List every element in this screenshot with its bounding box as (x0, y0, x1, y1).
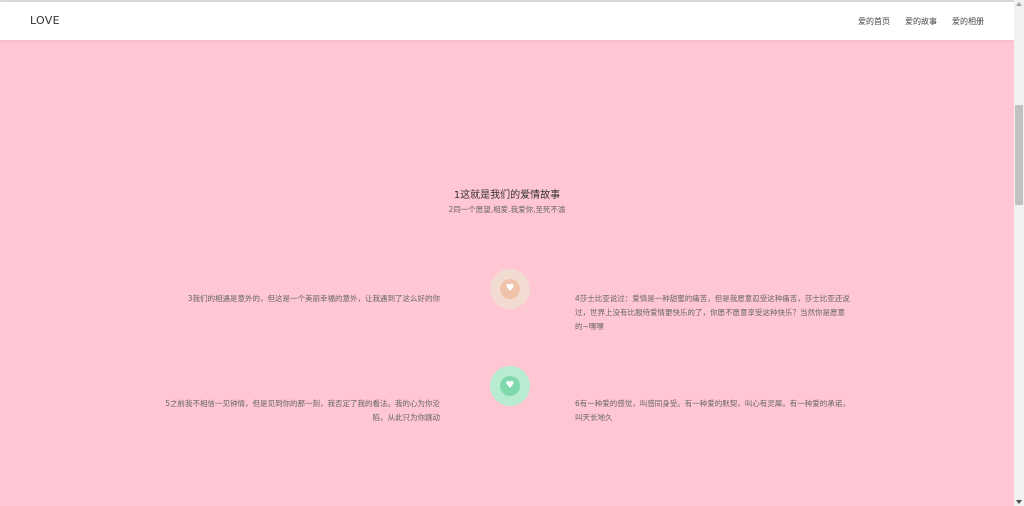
timeline-left-text: 3我们的相遇是意外的，但这是一个美丽幸福的意外，让我遇到了这么好的你 (187, 294, 440, 303)
scroll-down-arrow-icon[interactable] (1016, 500, 1022, 504)
nav-links: 爱的首页 爱的故事 爱的相册 (858, 16, 984, 27)
timeline-right-text: 4莎士比亚说过：爱情是一种甜蜜的痛苦，但是我愿意忍受这种痛苦，莎士比亚还说过，世… (575, 294, 850, 331)
scroll-thumb[interactable] (1015, 105, 1023, 205)
heart-icon: ♥ (505, 380, 515, 391)
scroll-up-arrow-icon[interactable] (1016, 2, 1022, 6)
story-title: 1这就是我们的爱情故事 (453, 190, 561, 201)
brand-logo[interactable]: LOVE (30, 14, 60, 27)
timeline-right-text: 6有一种爱的感觉，叫感同身受。有一种爱的默契，叫心有灵犀。有一种爱的承诺，叫天长… (575, 399, 850, 422)
timeline-marker: ♥ (490, 269, 530, 309)
nav-link-album[interactable]: 爱的相册 (952, 16, 984, 27)
nav-link-story[interactable]: 爱的故事 (905, 16, 937, 27)
heart-icon: ♥ (505, 283, 515, 294)
navbar: LOVE 爱的首页 爱的故事 爱的相册 (0, 2, 1014, 40)
vertical-scrollbar[interactable] (1014, 0, 1024, 506)
story-subtitle: 2同一个愿望,相爱.我爱你,至死不渝 (448, 205, 566, 214)
nav-link-home[interactable]: 爱的首页 (858, 16, 890, 27)
timeline-left-text: 5之前我不相信一见钟情，但是见到你的那一刻，我否定了我的看法。我的心为你沦陷，从… (165, 399, 440, 422)
timeline-marker: ♥ (490, 366, 530, 406)
